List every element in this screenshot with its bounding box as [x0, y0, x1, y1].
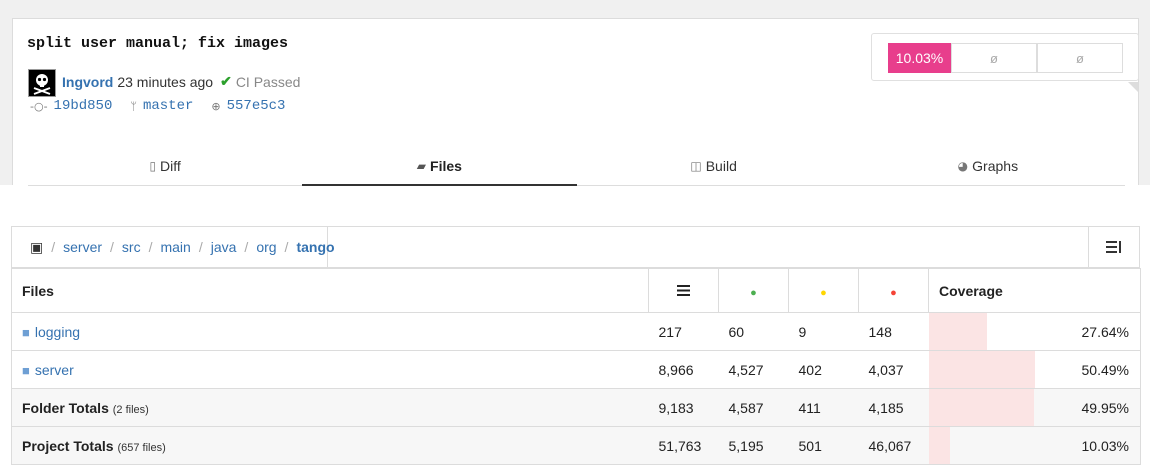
hits-cell: 5,195 — [718, 426, 789, 465]
coverage-bar — [928, 427, 950, 464]
coverage-value: 10.03% — [1081, 437, 1129, 454]
lines-cell: 51,763 — [648, 426, 719, 465]
project-totals-count: (657 files) — [117, 441, 166, 454]
lines-cell: 8,966 — [648, 350, 719, 389]
misses-column-header[interactable]: ● — [858, 268, 929, 313]
diff-icon: ▯ — [149, 158, 157, 173]
cube-icon: ◫ — [690, 158, 702, 173]
folder-icon: ▰ — [416, 158, 427, 173]
branch-icon: ᛘ — [130, 99, 137, 113]
commit-refs: -○- 19bd850 ᛘ master ⊕ 557e5c3 — [30, 98, 285, 114]
folder-icon: ■ — [22, 324, 30, 340]
partials-cell: 9 — [788, 312, 859, 351]
pie-chart-icon: ◕ — [957, 158, 969, 173]
breadcrumb-tango[interactable]: tango — [296, 239, 334, 255]
folder-link-server[interactable]: server — [35, 362, 74, 378]
coverage-badge-box: 10.03% ø ø — [871, 33, 1139, 81]
partials-cell: 402 — [788, 350, 859, 389]
commit-card: split user manual; fix images Ingvord 23… — [12, 18, 1139, 186]
coverage-total-badge[interactable]: 10.03% — [888, 43, 951, 73]
breadcrumb-src[interactable]: src — [122, 239, 141, 255]
coverage-bar — [928, 389, 1035, 426]
tab-files[interactable]: ▰ Files — [302, 146, 577, 186]
green-dot-icon: ● — [750, 286, 757, 299]
ci-status[interactable]: CI Passed — [236, 74, 301, 90]
folder-totals-label: Folder Totals — [22, 399, 109, 416]
parent-commit-icon: ⊕ — [211, 99, 221, 113]
repo-icon[interactable]: ▣ — [30, 239, 43, 256]
commit-icon: -○- — [30, 99, 48, 113]
coverage-column-header[interactable]: Coverage — [928, 268, 1141, 313]
coverage-patch-badge[interactable]: ø — [951, 43, 1037, 73]
tab-diff[interactable]: ▯ Diff — [28, 146, 302, 185]
hits-cell: 4,527 — [718, 350, 789, 389]
commit-meta: Ingvord 23 minutes ago ✔ CI Passed — [62, 73, 300, 90]
coverage-value: 49.95% — [1081, 399, 1129, 416]
project-totals-label: Project Totals — [22, 437, 114, 454]
coverage-cell: 27.64% — [928, 312, 1141, 351]
tab-graphs[interactable]: ◕ Graphs — [851, 146, 1125, 185]
hits-cell: 4,587 — [718, 388, 789, 427]
tab-build[interactable]: ◫ Build — [577, 146, 851, 185]
files-column-header[interactable]: Files — [11, 268, 649, 313]
hits-cell: 60 — [718, 312, 789, 351]
table-header-row: Files ● ● ● Coverage — [11, 268, 1141, 313]
breadcrumb-main[interactable]: main — [160, 239, 190, 255]
tab-label: Files — [430, 157, 462, 174]
list-view-button[interactable] — [1088, 227, 1139, 267]
partials-cell: 411 — [788, 388, 859, 427]
table-row: ■ logging 217 60 9 148 27.64% — [11, 312, 1141, 351]
coverage-value: 27.64% — [1081, 323, 1129, 340]
tab-label: Graphs — [972, 157, 1019, 174]
breadcrumb-bar: ▣ / server / src / main / java / org / t… — [11, 226, 1140, 268]
files-table: Files ● ● ● Coverage ■ logging 217 60 9 1… — [11, 268, 1141, 465]
folder-totals-count: (2 files) — [112, 403, 149, 416]
breadcrumb-org[interactable]: org — [256, 239, 276, 255]
tab-label: Diff — [160, 157, 181, 174]
author-link[interactable]: Ingvord — [62, 74, 113, 90]
coverage-value: 50.49% — [1081, 361, 1129, 378]
lines-column-header[interactable] — [648, 268, 719, 313]
lines-icon — [677, 284, 690, 296]
coverage-bar — [928, 313, 987, 350]
coverage-cell: 49.95% — [928, 388, 1141, 427]
list-icon — [1106, 241, 1121, 253]
coverage-cell: 50.49% — [928, 350, 1141, 389]
commit-sha-link[interactable]: 19bd850 — [54, 98, 113, 114]
parent-sha-link[interactable]: 557e5c3 — [227, 98, 286, 114]
hits-column-header[interactable]: ● — [718, 268, 789, 313]
misses-cell: 148 — [858, 312, 929, 351]
misses-cell: 4,185 — [858, 388, 929, 427]
check-icon: ✔ — [220, 73, 232, 89]
breadcrumb-server[interactable]: server — [63, 239, 102, 255]
project-totals-row: Project Totals (657 files) 51,763 5,195 … — [11, 426, 1141, 465]
folder-link-logging[interactable]: logging — [35, 324, 80, 340]
yellow-dot-icon: ● — [820, 286, 827, 299]
commit-tabs: ▯ Diff ▰ Files ◫ Build ◕ Graphs — [28, 146, 1125, 186]
red-dot-icon: ● — [890, 286, 897, 299]
coverage-change-badge[interactable]: ø — [1037, 43, 1123, 73]
tab-label: Build — [705, 157, 737, 174]
folder-icon: ■ — [22, 362, 30, 378]
skull-icon — [33, 74, 51, 95]
lines-cell: 9,183 — [648, 388, 719, 427]
commit-time: 23 minutes ago — [117, 73, 214, 90]
coverage-bar — [928, 351, 1036, 388]
table-row: ■ server 8,966 4,527 402 4,037 50.49% — [11, 350, 1141, 389]
avatar[interactable] — [28, 69, 56, 97]
card-corner-fold — [1128, 82, 1138, 92]
partials-cell: 501 — [788, 426, 859, 465]
misses-cell: 46,067 — [858, 426, 929, 465]
branch-link[interactable]: master — [143, 98, 193, 114]
folder-totals-row: Folder Totals (2 files) 9,183 4,587 411 … — [11, 388, 1141, 427]
breadcrumb: ▣ / server / src / main / java / org / t… — [12, 227, 335, 267]
coverage-cell: 10.03% — [928, 426, 1141, 465]
partials-column-header[interactable]: ● — [788, 268, 859, 313]
misses-cell: 4,037 — [858, 350, 929, 389]
breadcrumb-java[interactable]: java — [211, 239, 237, 255]
lines-cell: 217 — [648, 312, 719, 351]
commit-title: split user manual; fix images — [27, 35, 289, 52]
